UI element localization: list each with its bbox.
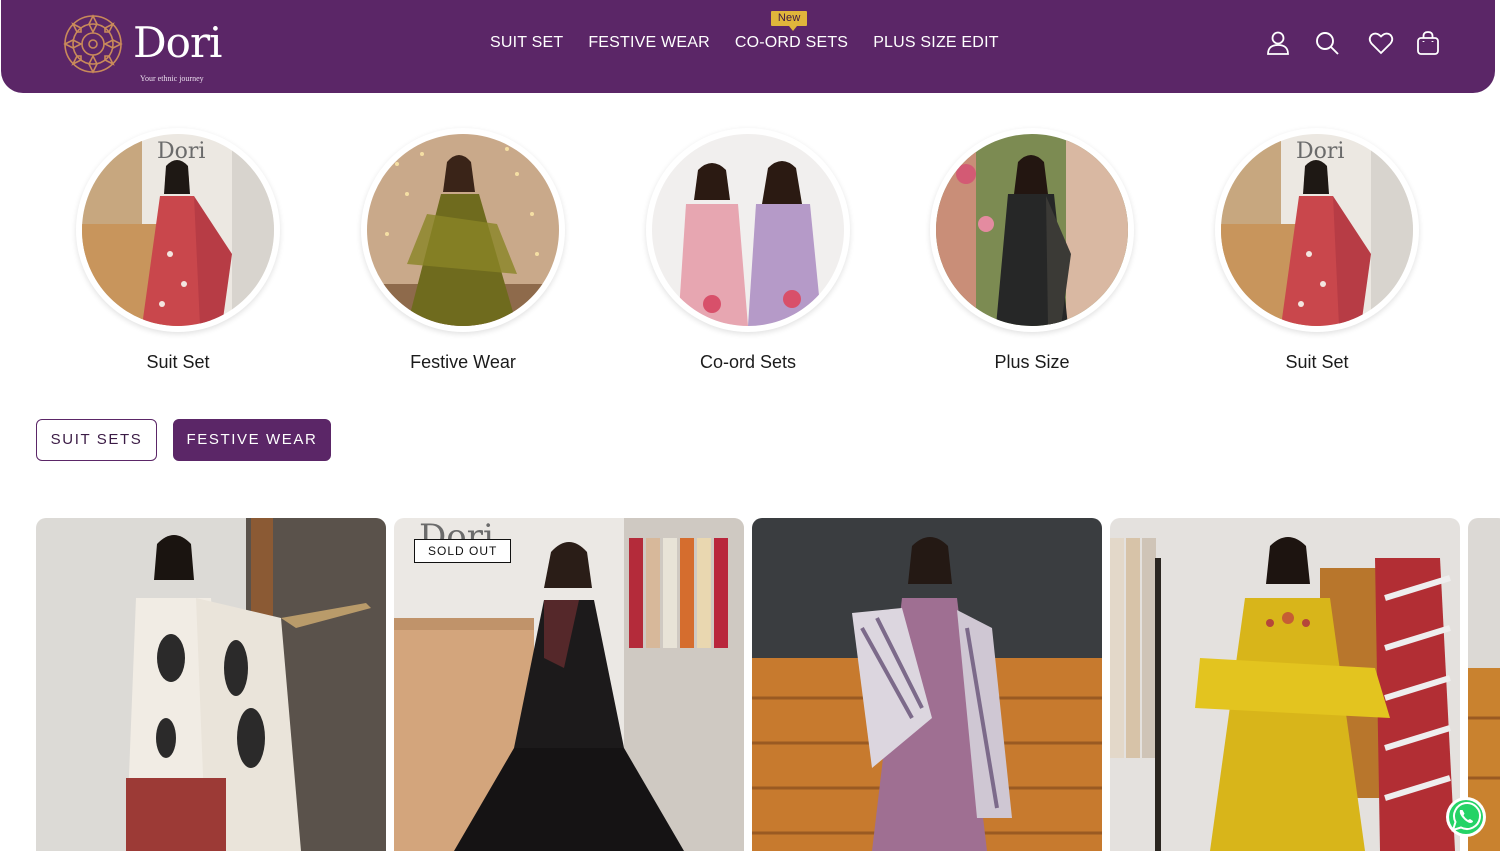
svg-text:Dori: Dori — [1296, 139, 1344, 164]
category-image: Dori — [82, 134, 274, 326]
category-frame: Dori — [76, 128, 280, 332]
category-image — [936, 134, 1128, 326]
product-image: Dori — [394, 518, 744, 851]
tab-suit-sets[interactable]: SUIT SETS — [36, 419, 157, 461]
nav-plus-size-edit[interactable]: PLUS SIZE EDIT — [873, 34, 999, 52]
svg-text:Dori: Dori — [157, 139, 205, 164]
product-card[interactable] — [1110, 518, 1460, 851]
category-frame — [361, 128, 565, 332]
sold-out-badge: SOLD OUT — [414, 539, 512, 563]
category-festive-wear[interactable]: Festive Wear — [360, 128, 566, 373]
tab-festive-wear[interactable]: FESTIVE WEAR — [173, 419, 331, 461]
nav-co-ord-sets[interactable]: CO-ORD SETS New — [734, 11, 849, 52]
category-label: Suit Set — [1285, 352, 1349, 372]
category-plus-size[interactable]: Plus Size — [929, 128, 1135, 373]
mandala-logo-icon — [63, 14, 123, 74]
product-card[interactable]: Dori SOLD OUT — [394, 518, 744, 851]
category-image — [367, 134, 559, 326]
category-label: Co-ord Sets — [699, 352, 797, 372]
product-image — [752, 518, 1102, 851]
category-co-ord-sets[interactable]: Co-ord Sets — [645, 128, 851, 373]
product-card[interactable] — [752, 518, 1102, 851]
whatsapp-chat-icon[interactable] — [1445, 796, 1487, 838]
site-header: Dori Your ethnic journey SUIT SET FESTIV… — [1, 0, 1495, 93]
category-frame — [646, 128, 850, 332]
category-frame — [930, 128, 1134, 332]
nav-co-ord-sets-label: CO-ORD SETS — [734, 34, 849, 51]
category-label: Suit Set — [146, 352, 210, 372]
brand-logo[interactable]: Dori Your ethnic journey — [61, 12, 231, 83]
category-label: Plus Size — [994, 352, 1070, 372]
category-image: Dori — [1221, 134, 1413, 326]
category-label: Festive Wear — [410, 352, 516, 372]
wishlist-heart-icon[interactable] — [1368, 30, 1394, 56]
new-badge: New — [770, 11, 808, 31]
category-suit-set[interactable]: Dori Suit Set — [75, 128, 281, 373]
product-card[interactable] — [36, 518, 386, 851]
main-nav: SUIT SET FESTIVE WEAR CO-ORD SETS New PL… — [490, 11, 999, 52]
nav-festive-wear[interactable]: FESTIVE WEAR — [588, 34, 710, 52]
account-icon[interactable] — [1265, 30, 1291, 56]
category-frame: Dori — [1215, 128, 1419, 332]
search-icon[interactable] — [1314, 30, 1340, 56]
category-image — [652, 134, 844, 326]
category-suit-set-2[interactable]: Dori Suit Set — [1214, 128, 1420, 373]
product-image — [1110, 518, 1460, 851]
cart-bag-icon[interactable] — [1415, 30, 1441, 56]
brand-tagline: Your ethnic journey — [140, 74, 204, 83]
nav-suit-set[interactable]: SUIT SET — [490, 34, 563, 52]
brand-name: Dori — [133, 18, 222, 67]
product-image — [36, 518, 386, 851]
